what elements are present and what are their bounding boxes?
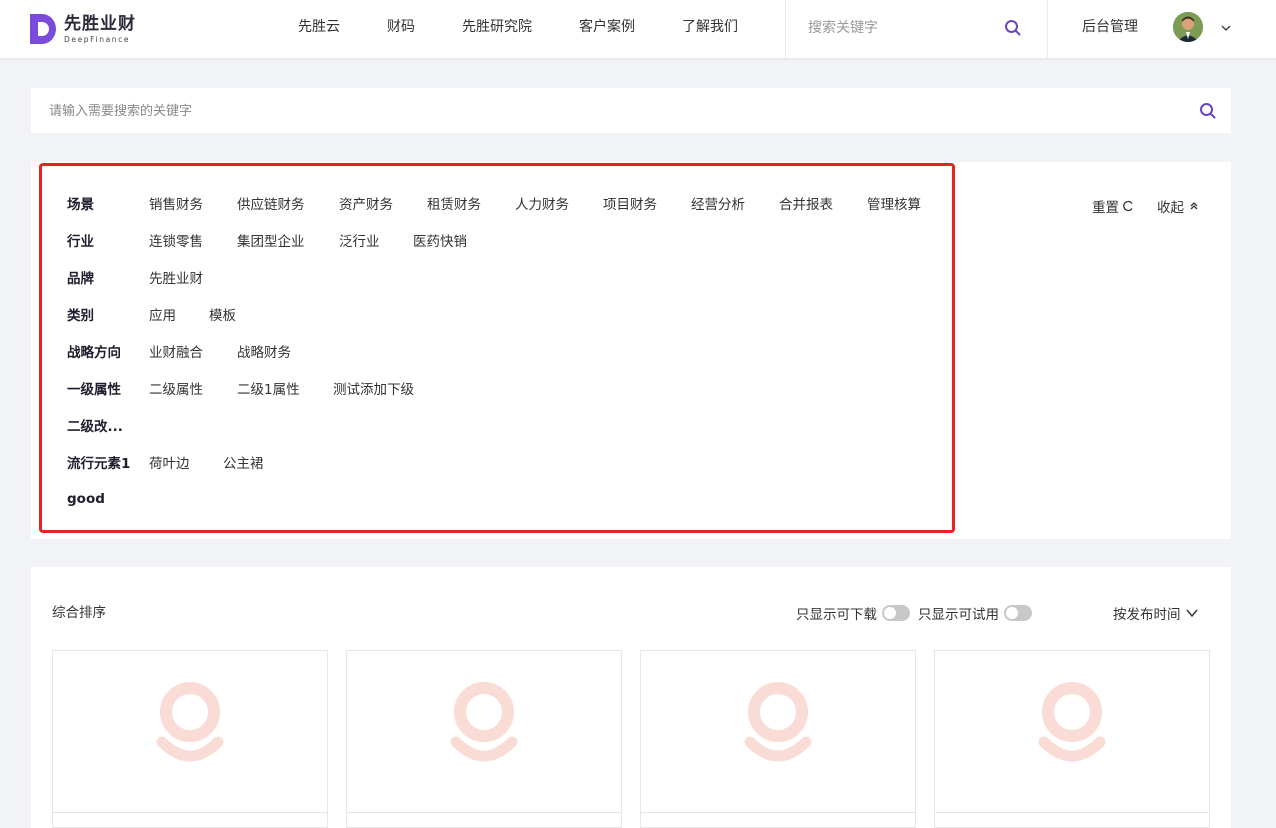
filter-label: good: [67, 491, 105, 507]
filter-option[interactable]: 测试添加下级: [333, 378, 414, 398]
collapse-button[interactable]: 收起: [1157, 196, 1200, 216]
main-search-input[interactable]: [49, 100, 1149, 122]
collapse-label: 收起: [1157, 200, 1184, 216]
filter-label: 流行元素1: [67, 456, 131, 472]
placeholder-logo-icon: [744, 682, 812, 762]
filter-row-strategy: 战略方向 业财融合 战略财务: [67, 341, 947, 361]
filter-row-industry: 行业 连锁零售 集团型企业 泛行业 医药快销: [67, 230, 947, 250]
toggle-trial-label: 只显示可试用: [918, 607, 999, 623]
sort-time-label: 按发布时间: [1113, 607, 1181, 623]
filter-label: 战略方向: [67, 345, 121, 361]
nav-item-about[interactable]: 了解我们: [682, 0, 738, 58]
card-image: [935, 651, 1209, 813]
sort-by-time-dropdown[interactable]: 按发布时间: [1113, 603, 1199, 623]
placeholder-logo-icon: [450, 682, 518, 762]
filter-option[interactable]: 医药快销: [413, 230, 467, 250]
admin-link[interactable]: 后台管理: [1082, 0, 1138, 54]
filter-option[interactable]: 租赁财务: [427, 193, 481, 213]
filter-panel: 场景 销售财务 供应链财务 资产财务 租赁财务 人力财务 项目财务 经营分析 合…: [31, 162, 1231, 539]
logo-mark-icon: [30, 14, 58, 44]
filter-row-scene: 场景 销售财务 供应链财务 资产财务 租赁财务 人力财务 项目财务 经营分析 合…: [67, 193, 947, 213]
filter-row-attribute: 一级属性 二级属性 二级1属性 测试添加下级: [67, 378, 947, 398]
refresh-icon: [1123, 200, 1133, 212]
reset-label: 重置: [1092, 200, 1119, 216]
filter-label: 场景: [67, 197, 94, 213]
avatar[interactable]: [1173, 12, 1203, 42]
filter-option[interactable]: 管理核算: [867, 193, 921, 213]
filter-option[interactable]: 泛行业: [339, 230, 380, 250]
top-search-box: [808, 17, 1028, 39]
chevron-down-icon: [1185, 609, 1198, 618]
filter-option[interactable]: 合并报表: [779, 193, 833, 213]
search-icon[interactable]: [1004, 19, 1022, 37]
filter-option[interactable]: 资产财务: [339, 193, 393, 213]
card-image: [641, 651, 915, 813]
filter-option[interactable]: 模板: [209, 304, 236, 324]
top-search-input[interactable]: [808, 20, 998, 36]
filter-row-secondary: 二级改...: [67, 415, 947, 435]
filter-label: 行业: [67, 234, 94, 250]
filter-row-brand: 品牌 先胜业财: [67, 267, 947, 287]
filter-option[interactable]: 销售财务: [149, 193, 203, 213]
brand-logo[interactable]: 先胜业财 DeepFinance: [30, 12, 136, 46]
filter-label: 一级属性: [67, 382, 121, 398]
filter-row-category: 类别 应用 模板: [67, 304, 947, 324]
filter-option[interactable]: 先胜业财: [149, 267, 203, 287]
nav-item-caima[interactable]: 财码: [387, 0, 415, 58]
brand-name: 先胜业财: [64, 14, 136, 34]
nav-item-research[interactable]: 先胜研究院: [462, 0, 532, 58]
filter-label: 类别: [67, 308, 94, 324]
result-card[interactable]: [934, 650, 1210, 828]
chevron-down-icon[interactable]: [1220, 22, 1232, 34]
toggle-download-label: 只显示可下载: [796, 607, 877, 623]
filter-label: 二级改...: [67, 419, 123, 435]
filter-option[interactable]: 集团型企业: [237, 230, 305, 250]
card-image: [53, 651, 327, 813]
download-filter: 只显示可下载: [796, 603, 910, 623]
reset-button[interactable]: 重置: [1092, 196, 1134, 216]
card-image: [347, 651, 621, 813]
double-chevron-up-icon: [1190, 202, 1198, 210]
placeholder-logo-icon: [1038, 682, 1106, 762]
result-card[interactable]: [52, 650, 328, 828]
placeholder-logo-icon: [156, 682, 224, 762]
toggle-download-switch[interactable]: [882, 605, 910, 621]
filter-option[interactable]: 人力财务: [515, 193, 569, 213]
filter-option[interactable]: 荷叶边: [149, 452, 190, 472]
result-card[interactable]: [640, 650, 916, 828]
user-avatar-icon: [1173, 12, 1203, 42]
filter-option[interactable]: 项目财务: [603, 193, 657, 213]
search-icon[interactable]: [1199, 102, 1217, 120]
nav-divider: [785, 0, 786, 58]
brand-subtitle: DeepFinance: [64, 35, 131, 44]
trial-filter: 只显示可试用: [918, 603, 1032, 623]
filter-label: 品牌: [67, 271, 94, 287]
top-header: 先胜业财 DeepFinance 先胜云 财码 先胜研究院 客户案例 了解我们 …: [0, 0, 1276, 58]
main-search-bar: [31, 88, 1231, 133]
toggle-trial-switch[interactable]: [1004, 605, 1032, 621]
filter-option[interactable]: 连锁零售: [149, 230, 203, 250]
nav-divider: [1047, 0, 1048, 58]
nav-item-cloud[interactable]: 先胜云: [298, 0, 340, 58]
filter-option[interactable]: 应用: [149, 304, 176, 324]
filter-row-trend: 流行元素1 荷叶边 公主裙: [67, 452, 947, 472]
sort-comprehensive[interactable]: 综合排序: [52, 601, 106, 621]
filter-option[interactable]: 战略财务: [237, 341, 291, 361]
filter-option[interactable]: 经营分析: [691, 193, 745, 213]
result-card[interactable]: [346, 650, 622, 828]
filter-option[interactable]: 供应链财务: [237, 193, 305, 213]
filter-option[interactable]: 公主裙: [223, 452, 264, 472]
filter-row-good: good: [67, 489, 947, 509]
filter-option[interactable]: 二级1属性: [237, 378, 300, 398]
results-section: 综合排序 只显示可下载 只显示可试用 按发布时间: [31, 567, 1231, 828]
filter-option[interactable]: 业财融合: [149, 341, 203, 361]
nav-item-cases[interactable]: 客户案例: [579, 0, 635, 58]
filter-option[interactable]: 二级属性: [149, 378, 203, 398]
